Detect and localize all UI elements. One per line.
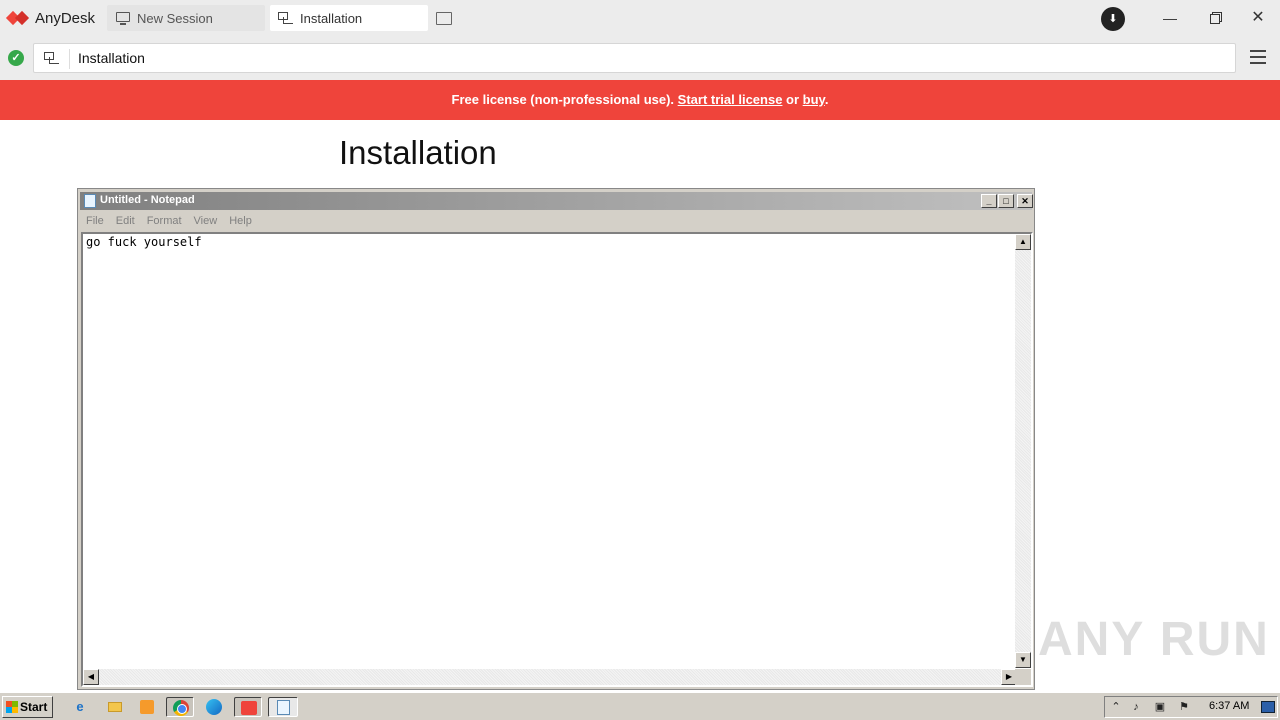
anydesk-logo: AnyDesk — [5, 8, 96, 28]
anydesk-window: AnyDesk New Session Installation ⬇ — ✕ ✓… — [0, 0, 1280, 720]
monitor-icon — [115, 11, 131, 25]
anydesk-logo-icon — [5, 10, 31, 26]
app-name: AnyDesk — [35, 9, 96, 27]
resize-grip-icon[interactable] — [1015, 669, 1031, 685]
anydesk-taskbar-icon[interactable] — [234, 697, 262, 717]
notepad-content: go fuck yourself — [86, 235, 202, 249]
remote-session-icon — [44, 51, 60, 65]
tab-label: Installation — [300, 10, 363, 26]
address-input[interactable]: Installation — [33, 43, 1236, 73]
internet-explorer-icon[interactable]: e — [69, 697, 91, 717]
windows-logo-icon — [6, 701, 18, 713]
download-icon[interactable]: ⬇ — [1101, 7, 1125, 31]
notepad-minimize-button[interactable]: _ — [981, 194, 997, 208]
title-bar: AnyDesk New Session Installation ⬇ — ✕ — [0, 0, 1280, 36]
address-value: Installation — [78, 50, 145, 66]
vertical-scrollbar[interactable]: ▲ ▼ — [1015, 234, 1031, 668]
menu-view[interactable]: View — [188, 212, 224, 230]
notepad-title: Untitled - Notepad — [100, 194, 195, 206]
menu-help[interactable]: Help — [223, 212, 258, 230]
notepad-taskbar-icon[interactable] — [268, 697, 298, 717]
menu-file[interactable]: File — [80, 212, 110, 230]
tab-new-session[interactable]: New Session — [107, 5, 265, 31]
main-menu-icon[interactable] — [1250, 50, 1266, 64]
close-button[interactable]: ✕ — [1247, 8, 1269, 28]
clock[interactable]: 6:37 AM — [1209, 700, 1249, 712]
divider — [69, 49, 70, 69]
tab-label: New Session — [137, 10, 213, 26]
notepad-close-button[interactable]: ✕ — [1017, 194, 1033, 208]
show-desktop-icon[interactable] — [1261, 701, 1275, 713]
remote-page-title: Installation — [339, 134, 497, 171]
tab-installation[interactable]: Installation — [270, 5, 428, 31]
banner-or: or — [782, 92, 803, 107]
notepad-text-area[interactable]: go fuck yourself ▲ ▼ ◀ ▶ — [81, 232, 1033, 687]
address-bar: ✓ Installation — [0, 36, 1280, 80]
remote-session-icon — [278, 11, 294, 25]
notepad-menu-bar: File Edit Format View Help — [80, 212, 258, 230]
scroll-left-button[interactable]: ◀ — [83, 669, 99, 685]
notepad-icon — [84, 194, 96, 208]
network-icon[interactable]: ▣ — [1153, 700, 1167, 714]
banner-period: . — [824, 92, 829, 107]
buy-link[interactable]: buy — [803, 92, 825, 107]
menu-edit[interactable]: Edit — [110, 212, 141, 230]
start-trial-link[interactable]: Start trial license — [678, 92, 783, 107]
anyrun-watermark: ANY RUN — [1038, 613, 1270, 666]
show-hidden-icons-icon[interactable]: ⌃ — [1109, 700, 1123, 714]
scroll-up-button[interactable]: ▲ — [1015, 234, 1031, 250]
notepad-window[interactable]: Untitled - Notepad _ □ ✕ File Edit Forma… — [77, 188, 1035, 690]
media-player-icon[interactable] — [136, 697, 158, 717]
notepad-title-bar[interactable]: Untitled - Notepad _ □ ✕ — [80, 192, 1033, 210]
license-banner: Free license (non-professional use). Sta… — [0, 80, 1280, 120]
new-tab-icon[interactable] — [436, 12, 452, 25]
action-center-flag-icon[interactable]: ⚑ — [1177, 700, 1191, 714]
menu-format[interactable]: Format — [141, 212, 188, 230]
start-label: Start — [20, 700, 48, 714]
remote-taskbar: Start e ⌃ ♪ ▣ ⚑ 6:37 AM — [0, 692, 1280, 720]
minimize-button[interactable]: — — [1159, 8, 1181, 28]
start-button[interactable]: Start — [2, 696, 53, 718]
banner-text: Free license (non-professional use). — [451, 92, 678, 107]
scroll-down-button[interactable]: ▼ — [1015, 652, 1031, 668]
edge-icon[interactable] — [203, 697, 225, 717]
file-explorer-icon[interactable] — [104, 697, 126, 717]
connection-status-icon: ✓ — [8, 50, 24, 66]
horizontal-scrollbar[interactable]: ◀ ▶ — [83, 669, 1017, 685]
chrome-icon[interactable] — [166, 697, 194, 717]
system-tray: ⌃ ♪ ▣ ⚑ 6:37 AM — [1104, 696, 1278, 718]
volume-icon[interactable]: ♪ — [1129, 700, 1143, 714]
restore-button[interactable] — [1204, 8, 1226, 28]
notepad-maximize-button[interactable]: □ — [998, 194, 1014, 208]
